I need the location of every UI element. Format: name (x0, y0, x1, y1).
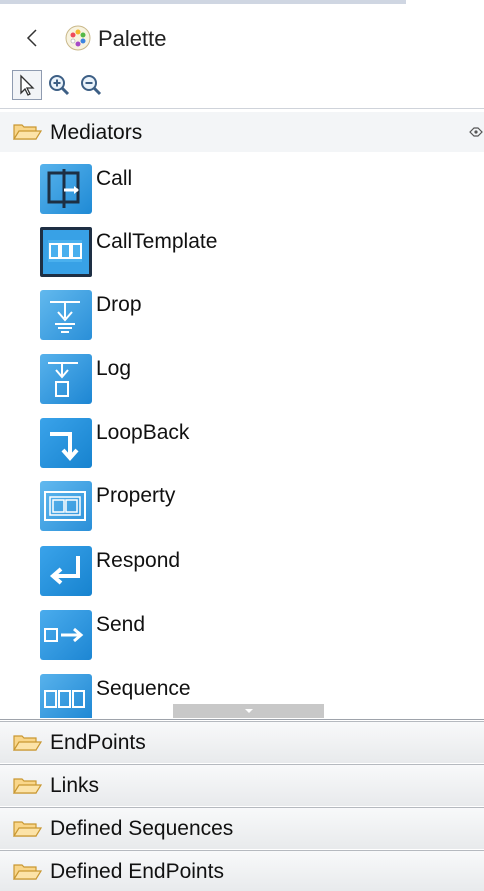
call-template-icon (40, 227, 92, 277)
drawer-label-endpoints: EndPoints (50, 731, 146, 754)
drawer-defined-endpoints[interactable]: Defined EndPoints (0, 850, 484, 891)
folder-icon (12, 863, 42, 880)
drawer-label-mediators: Mediators (50, 120, 143, 144)
zoom-out-icon[interactable] (76, 70, 106, 100)
drop-icon (40, 290, 92, 340)
folder-icon (12, 777, 42, 794)
folder-icon (12, 734, 42, 751)
mediator-label-sequence: Sequence (96, 677, 191, 700)
folder-icon (12, 820, 42, 837)
drawer-divider (0, 719, 484, 720)
mediator-item-call[interactable]: Call (40, 164, 132, 226)
panel-top-border (0, 0, 406, 4)
log-icon (40, 354, 92, 404)
zoom-in-icon[interactable] (44, 70, 74, 100)
mediator-item-log[interactable]: Log (40, 354, 131, 416)
collapse-left-arrow-icon[interactable] (20, 26, 44, 50)
sequence-icon (40, 674, 92, 718)
mediator-label-calltemplate: CallTemplate (96, 230, 218, 253)
palette-panel: Palette Mediators Call CallTemplate Drop… (0, 0, 484, 891)
call-icon (40, 164, 92, 214)
scroll-down-arrow-icon (244, 709, 253, 713)
open-folder-icon (12, 124, 42, 140)
palette-icon (65, 25, 91, 51)
property-icon (40, 481, 92, 531)
drawer-mediators[interactable]: Mediators (0, 112, 484, 152)
mediator-label-respond: Respond (96, 549, 181, 572)
drawer-defined-sequences[interactable]: Defined Sequences (0, 807, 484, 849)
mediator-label-send: Send (96, 613, 146, 636)
send-icon (40, 610, 92, 660)
palette-header: Palette (0, 16, 484, 60)
respond-icon (40, 546, 92, 596)
mediator-item-drop[interactable]: Drop (40, 290, 142, 352)
mediator-label-loopback: LoopBack (96, 421, 190, 444)
mediator-label-log: Log (96, 357, 132, 380)
selection-arrow-icon[interactable] (12, 70, 42, 100)
pin-drawer-icon[interactable] (468, 122, 484, 142)
mediator-item-respond[interactable]: Respond (40, 546, 180, 608)
drawer-label-defined-endpoints: Defined EndPoints (50, 860, 224, 883)
mediator-label-drop: Drop (96, 293, 142, 316)
drawer-label-defined-sequences: Defined Sequences (50, 817, 234, 840)
mediator-item-send[interactable]: Send (40, 610, 145, 672)
toolbar-separator (0, 108, 484, 109)
mediator-item-calltemplate[interactable]: CallTemplate (40, 227, 217, 289)
mediator-item-property[interactable]: Property (40, 481, 175, 543)
palette-title: Palette (98, 25, 167, 51)
drawer-label-links: Links (50, 774, 100, 797)
scroll-down-handle[interactable] (173, 704, 324, 718)
drawer-endpoints[interactable]: EndPoints (0, 721, 484, 763)
mediator-item-loopback[interactable]: LoopBack (40, 418, 189, 480)
mediator-list: Call CallTemplate Drop Log LoopBack Prop… (0, 152, 484, 718)
mediator-label-call: Call (96, 167, 133, 190)
loopback-icon (40, 418, 92, 468)
mediator-label-property: Property (96, 484, 176, 507)
mediator-item-sequence[interactable]: Sequence (40, 674, 191, 718)
palette-toolbar (0, 64, 484, 106)
drawer-links[interactable]: Links (0, 764, 484, 806)
